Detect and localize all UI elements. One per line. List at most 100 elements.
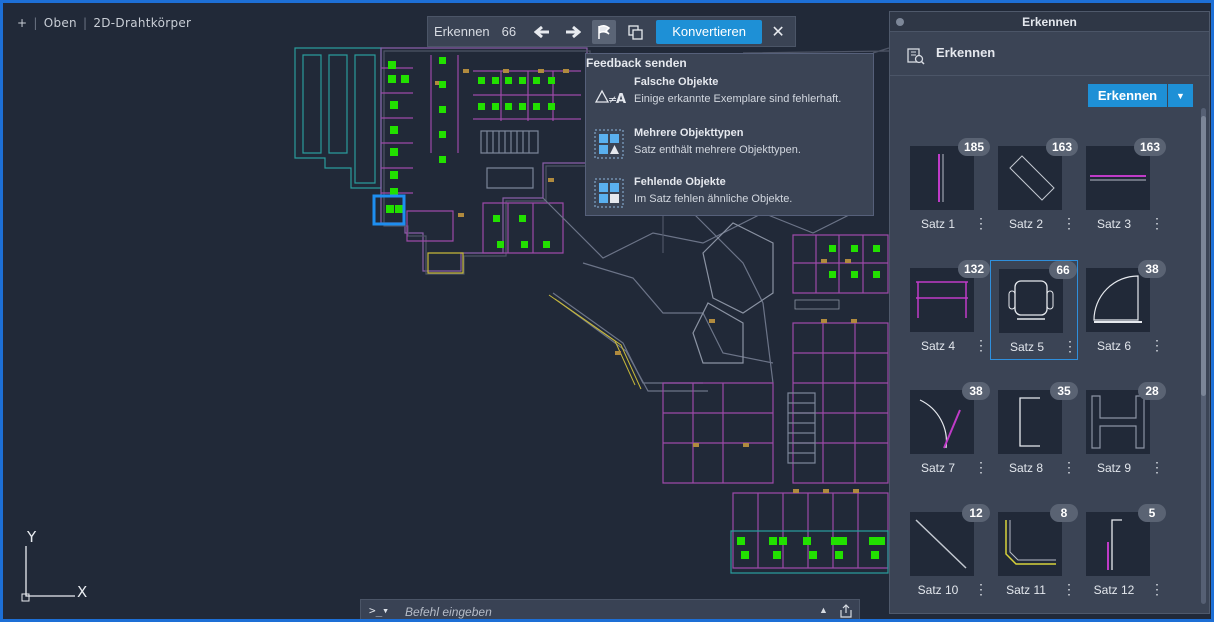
set-card[interactable]: 8 Satz 11 ⋮ <box>990 504 1078 604</box>
palette-scrollbar-thumb[interactable] <box>1201 116 1206 396</box>
set-label: Satz 1 <box>920 217 956 231</box>
set-card[interactable]: 163 Satz 2 ⋮ <box>990 138 1078 238</box>
detect-split-button: Erkennen ▼ <box>1088 84 1193 107</box>
set-label: Satz 10 <box>917 583 959 597</box>
h-shape-icon <box>1086 390 1150 454</box>
more-options-icon[interactable]: ⋮ <box>1062 216 1076 230</box>
diagonal-line-icon <box>910 512 974 576</box>
more-options-icon[interactable]: ⋮ <box>974 216 988 230</box>
next-arrow-icon[interactable] <box>561 20 585 44</box>
set-count-badge: 35 <box>1050 382 1078 400</box>
object-count: 66 <box>501 24 517 39</box>
set-count-badge: 185 <box>957 138 990 156</box>
door-swing-icon <box>1086 268 1150 332</box>
detect-toolbar-label: Erkennen <box>434 24 490 39</box>
set-label: Satz 8 <box>1008 461 1044 475</box>
command-line[interactable]: >_▾ Befehl eingeben ▲ <box>360 599 860 619</box>
set-label: Satz 5 <box>1009 340 1045 354</box>
command-history-icon[interactable]: ▲ <box>819 605 828 615</box>
set-count-badge: 66 <box>1049 261 1077 279</box>
corner-line-icon <box>1086 512 1150 576</box>
previous-arrow-icon[interactable] <box>530 20 554 44</box>
command-input[interactable]: Befehl eingeben <box>405 605 492 619</box>
more-options-icon[interactable]: ⋮ <box>1150 582 1164 596</box>
set-card[interactable]: 38 Satz 7 ⋮ <box>902 382 990 482</box>
palette-header-label: Erkennen <box>936 45 996 60</box>
set-label: Satz 2 <box>1008 217 1044 231</box>
palette-header: Erkennen <box>890 36 1209 76</box>
more-options-icon[interactable]: ⋮ <box>1150 338 1164 352</box>
set-label: Satz 9 <box>1096 461 1132 475</box>
feedback-item-title: Mehrere Objekttypen <box>634 127 744 139</box>
set-label: Satz 12 <box>1093 583 1135 597</box>
feedback-popup: Feedback senden ≠ A Falsche Objekte Einig… <box>585 53 874 216</box>
set-count-badge: 12 <box>962 504 990 522</box>
ucs-x-label: X <box>77 583 88 601</box>
set-count-badge: 38 <box>962 382 990 400</box>
set-label: Satz 3 <box>1096 217 1132 231</box>
visual-style-label[interactable]: 2D-Drahtkörper <box>93 16 191 30</box>
close-dot-icon[interactable] <box>896 18 904 26</box>
chair-icon <box>999 269 1063 333</box>
multiple-types-icon <box>594 129 626 161</box>
palette-titlebar[interactable]: Erkennen <box>890 12 1209 32</box>
set-card-selected[interactable]: 66 Satz 5 ⋮ <box>990 260 1078 360</box>
set-card[interactable]: 28 Satz 9 ⋮ <box>1078 382 1166 482</box>
more-options-icon[interactable]: ⋮ <box>1150 216 1164 230</box>
select-copies-icon[interactable] <box>623 20 647 44</box>
arc-door-icon <box>910 390 974 454</box>
feedback-title: Feedback senden <box>586 56 687 70</box>
set-card[interactable]: 5 Satz 12 ⋮ <box>1078 504 1166 604</box>
set-card[interactable]: 35 Satz 8 ⋮ <box>990 382 1078 482</box>
detect-icon <box>906 46 926 66</box>
feedback-item-missing-objects[interactable]: Fehlende Objekte Im Satz fehlen ähnliche… <box>594 176 869 216</box>
feedback-item-title: Fehlende Objekte <box>634 176 726 188</box>
set-count-badge: 28 <box>1138 382 1166 400</box>
set-label: Satz 11 <box>1006 583 1046 597</box>
feedback-item-title: Falsche Objekte <box>634 76 719 88</box>
angled-line-icon <box>998 512 1062 576</box>
ucs-icon: Y X <box>19 528 109 608</box>
view-cube-label[interactable]: Oben <box>44 16 77 30</box>
more-options-icon[interactable]: ⋮ <box>974 582 988 596</box>
set-count-badge: 8 <box>1050 504 1078 522</box>
more-options-icon[interactable]: ⋮ <box>974 460 988 474</box>
set-count-badge: 5 <box>1138 504 1166 522</box>
viewport-controls: + | Oben | 2D-Drahtkörper <box>17 16 192 30</box>
detect-button[interactable]: Erkennen <box>1088 84 1167 107</box>
more-options-icon[interactable]: ⋮ <box>1062 460 1076 474</box>
feedback-item-desc: Im Satz fehlen ähnliche Objekte. <box>634 193 793 205</box>
feedback-item-desc: Einige erkannte Exemplare sind fehlerhaf… <box>634 93 842 105</box>
set-card[interactable]: 38 Satz 6 ⋮ <box>1078 260 1166 360</box>
command-prompt-icon[interactable]: >_▾ <box>369 604 389 617</box>
palette-title: Erkennen <box>1022 15 1077 29</box>
convert-button[interactable]: Konvertieren <box>656 19 763 44</box>
viewport-menu-button[interactable]: + <box>17 16 27 30</box>
close-icon[interactable]: ✕ <box>768 22 788 42</box>
set-count-badge: 163 <box>1133 138 1166 156</box>
set-card[interactable]: 12 Satz 10 ⋮ <box>902 504 990 604</box>
more-options-icon[interactable]: ⋮ <box>1150 460 1164 474</box>
feedback-flag-icon[interactable] <box>592 19 617 44</box>
set-label: Satz 7 <box>920 461 956 475</box>
set-card[interactable]: 185 Satz 1 ⋮ <box>902 138 990 238</box>
bracket-icon <box>998 390 1062 454</box>
more-options-icon[interactable]: ⋮ <box>974 338 988 352</box>
feedback-item-false-objects[interactable]: ≠ A Falsche Objekte Einige erkannte Exemp… <box>594 76 869 116</box>
detect-dropdown-icon[interactable]: ▼ <box>1168 84 1193 107</box>
feedback-item-desc: Satz enthält mehrere Objekttypen. <box>634 144 801 156</box>
more-options-icon[interactable]: ⋮ <box>1062 582 1076 596</box>
detect-toolbar: Erkennen 66 Konvertieren ✕ <box>427 16 796 47</box>
svg-text:A: A <box>616 92 626 107</box>
set-card[interactable]: 132 Satz 4 ⋮ <box>902 260 990 360</box>
set-count-badge: 132 <box>957 260 990 278</box>
set-card[interactable]: 163 Satz 3 ⋮ <box>1078 138 1166 238</box>
set-count-badge: 38 <box>1138 260 1166 278</box>
share-icon[interactable] <box>838 603 854 619</box>
feedback-item-multiple-types[interactable]: Mehrere Objekttypen Satz enthält mehrere… <box>594 127 869 167</box>
missing-objects-icon <box>594 178 626 210</box>
more-options-icon[interactable]: ⋮ <box>1063 339 1077 353</box>
cad-window: + | Oben | 2D-Drahtkörper Y X Erkennen 6… <box>0 0 1214 622</box>
set-label: Satz 6 <box>1096 339 1132 353</box>
detect-palette: Erkennen Erkennen Erkennen ▼ 185 Satz 1 … <box>889 11 1210 614</box>
